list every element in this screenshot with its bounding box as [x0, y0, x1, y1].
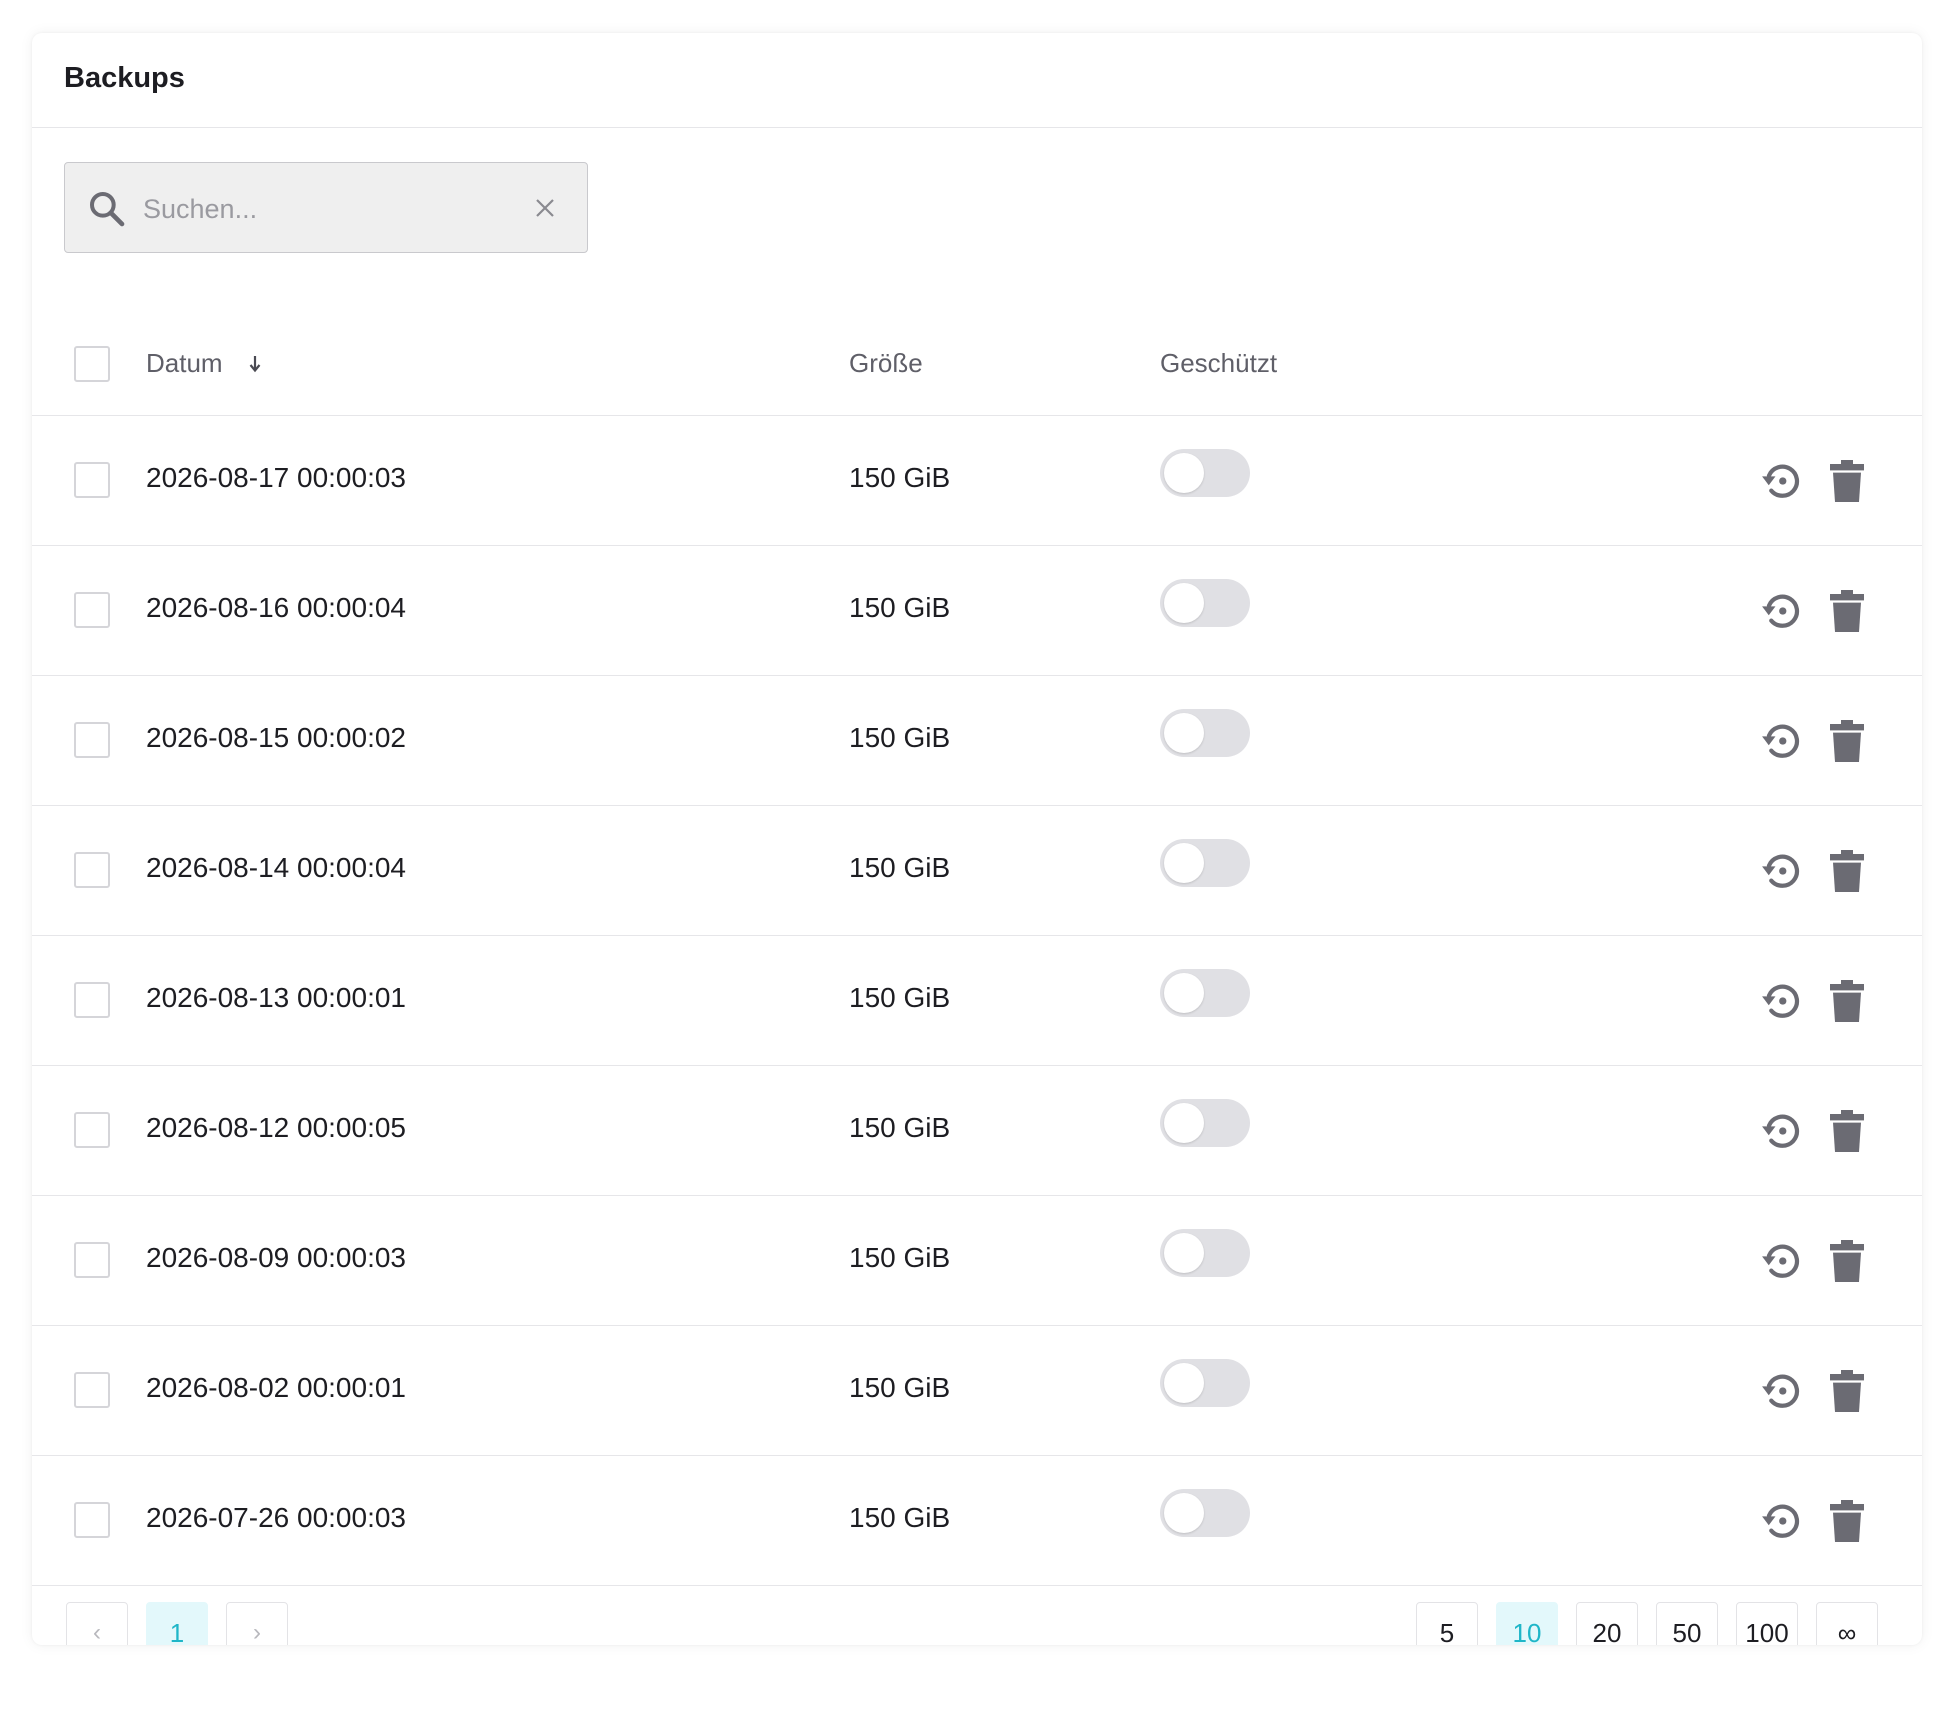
trash-icon[interactable] — [1827, 1109, 1867, 1153]
toggle-knob — [1164, 1493, 1204, 1533]
backup-size: 150 GiB — [849, 592, 951, 623]
table-body: 2026-08-17 00:00:03 150 GiB 2026-08-16 00:… — [32, 416, 1922, 1586]
backup-date: 2026-08-09 00:00:03 — [146, 1242, 406, 1273]
table-row: 2026-08-02 00:00:01 150 GiB — [32, 1326, 1922, 1456]
backups-table: Datum Größe Geschützt 2026-08-17 00:00:0… — [32, 308, 1922, 1586]
card-header: Backups — [32, 33, 1922, 128]
toggle-knob — [1164, 973, 1204, 1013]
backup-date: 2026-08-14 00:00:04 — [146, 852, 406, 883]
chevron-left-icon: ‹ — [93, 1619, 101, 1645]
row-checkbox[interactable] — [74, 592, 110, 628]
backup-date: 2026-08-16 00:00:04 — [146, 592, 406, 623]
trash-icon[interactable] — [1827, 849, 1867, 893]
column-header-protected: Geschützt — [1160, 348, 1278, 378]
backup-size: 150 GiB — [849, 852, 951, 883]
pagination: ‹ 1 › 5 10 20 50 100 ∞ — [32, 1568, 1922, 1645]
protected-toggle[interactable] — [1160, 1099, 1250, 1147]
backup-date: 2026-07-26 00:00:03 — [146, 1502, 406, 1533]
search-field[interactable] — [64, 162, 588, 253]
trash-icon[interactable] — [1827, 1499, 1867, 1543]
page-size-20[interactable]: 20 — [1576, 1602, 1638, 1645]
protected-toggle[interactable] — [1160, 709, 1250, 757]
restore-icon[interactable] — [1759, 1498, 1805, 1544]
toggle-knob — [1164, 1233, 1204, 1273]
backup-size: 150 GiB — [849, 1372, 951, 1403]
sort-down-icon[interactable] — [246, 352, 264, 376]
backup-date: 2026-08-17 00:00:03 — [146, 462, 406, 493]
table-header: Datum Größe Geschützt — [32, 308, 1922, 416]
row-checkbox[interactable] — [74, 722, 110, 758]
protected-toggle[interactable] — [1160, 1489, 1250, 1537]
protected-toggle[interactable] — [1160, 1229, 1250, 1277]
table-row: 2026-08-13 00:00:01 150 GiB — [32, 936, 1922, 1066]
page-size-all[interactable]: ∞ — [1816, 1602, 1878, 1645]
row-checkbox[interactable] — [74, 982, 110, 1018]
page-size-10[interactable]: 10 — [1496, 1602, 1558, 1645]
toggle-knob — [1164, 583, 1204, 623]
restore-icon[interactable] — [1759, 588, 1805, 634]
table-row: 2026-08-15 00:00:02 150 GiB — [32, 676, 1922, 806]
restore-icon[interactable] — [1759, 1108, 1805, 1154]
backup-size: 150 GiB — [849, 1242, 951, 1273]
page-size-100[interactable]: 100 — [1736, 1602, 1798, 1645]
trash-icon[interactable] — [1827, 719, 1867, 763]
toggle-knob — [1164, 713, 1204, 753]
table-row: 2026-08-16 00:00:04 150 GiB — [32, 546, 1922, 676]
table-row: 2026-07-26 00:00:03 150 GiB — [32, 1456, 1922, 1586]
restore-icon[interactable] — [1759, 848, 1805, 894]
row-checkbox[interactable] — [74, 462, 110, 498]
chevron-right-icon: › — [253, 1619, 261, 1645]
toggle-knob — [1164, 1363, 1204, 1403]
row-checkbox[interactable] — [74, 1242, 110, 1278]
page-size-50[interactable]: 50 — [1656, 1602, 1718, 1645]
restore-icon[interactable] — [1759, 458, 1805, 504]
backup-date: 2026-08-13 00:00:01 — [146, 982, 406, 1013]
backup-date: 2026-08-15 00:00:02 — [146, 722, 406, 753]
backup-date: 2026-08-12 00:00:05 — [146, 1112, 406, 1143]
backup-size: 150 GiB — [849, 722, 951, 753]
card-title: Backups — [64, 61, 185, 94]
trash-icon[interactable] — [1827, 1239, 1867, 1283]
prev-page-button[interactable]: ‹ — [66, 1602, 128, 1645]
trash-icon[interactable] — [1827, 589, 1867, 633]
row-checkbox[interactable] — [74, 852, 110, 888]
row-checkbox[interactable] — [74, 1502, 110, 1538]
backup-size: 150 GiB — [849, 1502, 951, 1533]
trash-icon[interactable] — [1827, 1369, 1867, 1413]
column-header-size: Größe — [849, 348, 923, 378]
protected-toggle[interactable] — [1160, 1359, 1250, 1407]
protected-toggle[interactable] — [1160, 449, 1250, 497]
restore-icon[interactable] — [1759, 1238, 1805, 1284]
page-size-5[interactable]: 5 — [1416, 1602, 1478, 1645]
search-icon — [90, 192, 125, 227]
toggle-knob — [1164, 1103, 1204, 1143]
table-row: 2026-08-14 00:00:04 150 GiB — [32, 806, 1922, 936]
row-checkbox[interactable] — [74, 1372, 110, 1408]
backup-date: 2026-08-02 00:00:01 — [146, 1372, 406, 1403]
close-icon[interactable] — [533, 196, 557, 220]
backup-size: 150 GiB — [849, 982, 951, 1013]
table-row: 2026-08-17 00:00:03 150 GiB — [32, 416, 1922, 546]
toggle-knob — [1164, 843, 1204, 883]
restore-icon[interactable] — [1759, 978, 1805, 1024]
trash-icon[interactable] — [1827, 459, 1867, 503]
protected-toggle[interactable] — [1160, 969, 1250, 1017]
toggle-knob — [1164, 453, 1204, 493]
table-row: 2026-08-12 00:00:05 150 GiB — [32, 1066, 1922, 1196]
next-page-button[interactable]: › — [226, 1602, 288, 1645]
backup-size: 150 GiB — [849, 462, 951, 493]
restore-icon[interactable] — [1759, 1368, 1805, 1414]
search-input[interactable] — [141, 183, 525, 235]
row-checkbox[interactable] — [74, 1112, 110, 1148]
column-header-date[interactable]: Datum — [146, 348, 223, 379]
backups-card: Backups Datum Größe Geschützt 2026-08-17… — [32, 33, 1922, 1645]
backup-size: 150 GiB — [849, 1112, 951, 1143]
protected-toggle[interactable] — [1160, 839, 1250, 887]
page-button[interactable]: 1 — [146, 1602, 208, 1645]
select-all-checkbox[interactable] — [74, 346, 110, 382]
trash-icon[interactable] — [1827, 979, 1867, 1023]
restore-icon[interactable] — [1759, 718, 1805, 764]
table-row: 2026-08-09 00:00:03 150 GiB — [32, 1196, 1922, 1326]
protected-toggle[interactable] — [1160, 579, 1250, 627]
